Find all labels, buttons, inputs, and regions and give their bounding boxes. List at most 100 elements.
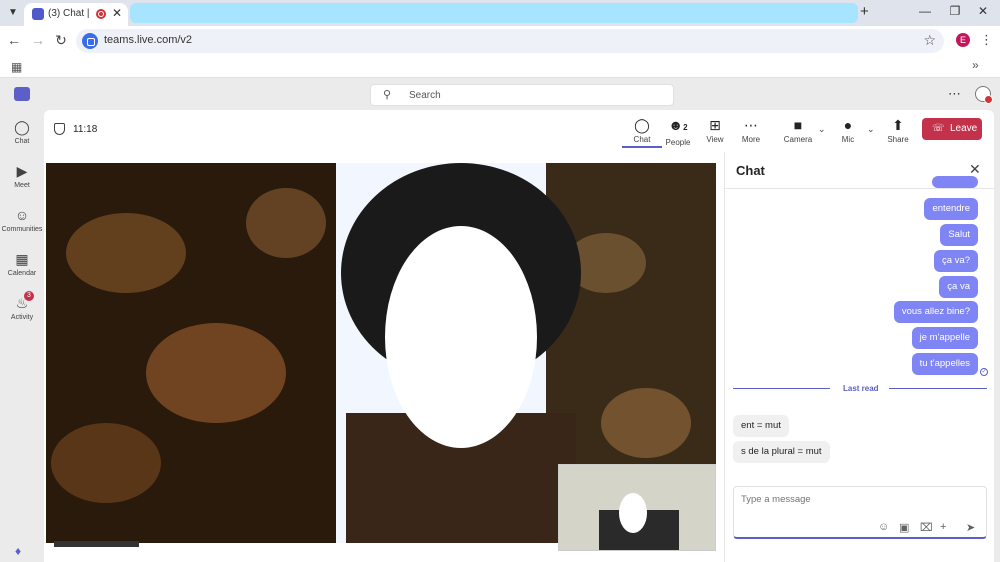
meet-icon: ▶: [16, 163, 28, 179]
url-text[interactable]: teams.live.com/v2: [104, 34, 192, 46]
share-icon: ⬆: [892, 117, 904, 133]
rail-label-activity: Activity: [10, 314, 34, 321]
tab-search-icon[interactable]: ▼: [4, 4, 22, 22]
toolbar-people-button[interactable]: ☻2 People: [658, 116, 698, 148]
people-count: 2: [683, 123, 688, 132]
browser-tab[interactable]: (3) Chat | ✕: [24, 3, 128, 26]
chat-title: Chat: [736, 163, 765, 178]
tab-title: (3) Chat |: [48, 8, 90, 19]
search-placeholder: Search: [409, 90, 441, 101]
rail-item-activity[interactable]: ♨ 3 Activity: [0, 291, 44, 338]
message-bubble: ça va: [939, 276, 978, 298]
toolbar-camera-button[interactable]: ■ Camera: [778, 116, 818, 148]
toolbar-mic-label: Mic: [841, 135, 855, 144]
face-privacy-mask: [385, 226, 537, 448]
partial-message-bubble: [932, 176, 978, 188]
user-avatar[interactable]: [975, 86, 993, 104]
toolbar-camera-label: Camera: [783, 135, 813, 144]
toolbar-mic-button[interactable]: ● Mic: [828, 116, 868, 148]
mic-options-chevron-icon[interactable]: ⌄: [867, 124, 875, 135]
window-close-icon[interactable]: ✕: [976, 4, 990, 18]
toolbar-more-label: More: [741, 135, 761, 144]
toolbar-view-button[interactable]: ⊞ View: [695, 116, 735, 148]
tab-close-icon[interactable]: ✕: [112, 6, 122, 20]
camera-options-chevron-icon[interactable]: ⌄: [818, 124, 826, 135]
last-read-line: [889, 388, 987, 389]
rail-item-calendar[interactable]: ▦ Calendar: [0, 250, 44, 294]
teams-favicon-icon: [32, 8, 44, 20]
rail-item-chat[interactable]: ◯ Chat: [0, 118, 44, 162]
rail-label-communities: Communities: [1, 226, 43, 233]
seen-check-icon: ✓: [980, 368, 988, 376]
teams-logo-icon: [14, 87, 30, 101]
address-bar-row: ← → ↻ teams.live.com/v2 ☆ E ⋮: [0, 26, 1000, 56]
toolbar-chat-label: Chat: [633, 135, 651, 144]
site-info-icon[interactable]: [82, 33, 98, 49]
rail-label-chat: Chat: [14, 138, 30, 145]
star-icon[interactable]: ☆: [923, 32, 936, 49]
premium-diamond-icon[interactable]: ♦: [15, 544, 21, 558]
browser-menu-icon[interactable]: ⋮: [980, 32, 993, 48]
send-icon[interactable]: ➤: [966, 521, 975, 534]
toolbar-more-button[interactable]: ⋯ More: [731, 116, 771, 148]
self-video-preview[interactable]: [558, 464, 716, 551]
bookmarks-overflow-icon[interactable]: »: [972, 58, 979, 72]
message-bubble: vous allez bine?: [893, 301, 978, 323]
last-read-line: [733, 388, 830, 389]
camera-icon: ■: [793, 117, 803, 133]
communities-icon: ☺: [14, 207, 30, 223]
back-icon[interactable]: ←: [6, 33, 22, 47]
shield-icon: [54, 123, 65, 135]
reload-icon[interactable]: ↻: [53, 33, 69, 47]
activity-badge: 3: [24, 291, 34, 301]
people-icon: ☻2: [668, 117, 688, 133]
restore-icon[interactable]: ❐: [948, 4, 962, 18]
toolbar-chat-button[interactable]: ◯ Chat: [622, 116, 662, 148]
new-tab-icon[interactable]: +: [860, 4, 874, 20]
chat-panel: Chat ✕ entendre Salut ça va? ça va vous …: [724, 152, 995, 562]
chat-bubble-icon: ◯: [634, 117, 650, 133]
add-icon[interactable]: +: [940, 521, 946, 533]
last-read-label: Last read: [843, 384, 879, 393]
message-bubble: je m'appelle: [911, 327, 978, 349]
message-bubble: Salut: [940, 224, 978, 246]
rail-label-meet: Meet: [14, 182, 30, 189]
search-icon: ⚲: [383, 89, 392, 101]
emoji-icon[interactable]: ☺: [878, 521, 889, 533]
recording-icon: [96, 9, 106, 19]
toolbar-view-label: View: [706, 135, 724, 144]
rail-item-meet[interactable]: ▶ Meet: [0, 162, 44, 206]
calendar-icon: ▦: [15, 251, 29, 267]
search-input[interactable]: ⚲ Search: [370, 84, 674, 106]
attach-icon[interactable]: ⌧: [920, 521, 933, 534]
omnibox[interactable]: teams.live.com/v2 ☆: [76, 29, 944, 53]
profile-avatar[interactable]: E: [956, 33, 970, 47]
hang-up-icon: ☏: [932, 123, 945, 134]
stage-caption-bar: [54, 541, 139, 547]
message-composer[interactable]: ☺ ▣ ⌧ + ➤: [733, 486, 987, 539]
browser-tab-strip: ▼ (3) Chat | ✕ + — ❐ ✕: [0, 0, 1000, 26]
view-grid-icon: ⊞: [709, 117, 721, 133]
message-input[interactable]: [741, 494, 971, 505]
chat-header-divider: [725, 188, 995, 189]
app-rail: ◯ Chat ▶ Meet ☺ Communities ▦ Calendar ♨…: [0, 78, 44, 562]
leave-label: Leave: [950, 123, 978, 134]
message-bubble: entendre: [924, 198, 978, 220]
rail-item-communities[interactable]: ☺ Communities: [0, 206, 44, 250]
meeting-timer: 11:18: [73, 124, 98, 135]
received-message-bubble: s de la plural = mut: [733, 441, 830, 463]
received-message-bubble: ent = mut: [733, 415, 789, 437]
more-options-icon[interactable]: ⋯: [948, 86, 961, 102]
forward-icon[interactable]: →: [30, 33, 46, 47]
leave-button[interactable]: ☏ Leave: [922, 118, 982, 140]
toolbar-people-label: People: [665, 138, 691, 147]
apps-icon[interactable]: ▦: [11, 60, 22, 74]
toolbar-share-label: Share: [887, 135, 909, 144]
self-face-mask: [619, 493, 647, 533]
message-bubble: tu t'appelles: [911, 353, 978, 375]
image-icon[interactable]: ▣: [899, 521, 909, 534]
more-icon: ⋯: [744, 117, 758, 133]
rail-label-calendar: Calendar: [7, 270, 37, 277]
minimize-icon[interactable]: —: [918, 4, 932, 18]
toolbar-share-button[interactable]: ⬆ Share: [878, 116, 918, 148]
